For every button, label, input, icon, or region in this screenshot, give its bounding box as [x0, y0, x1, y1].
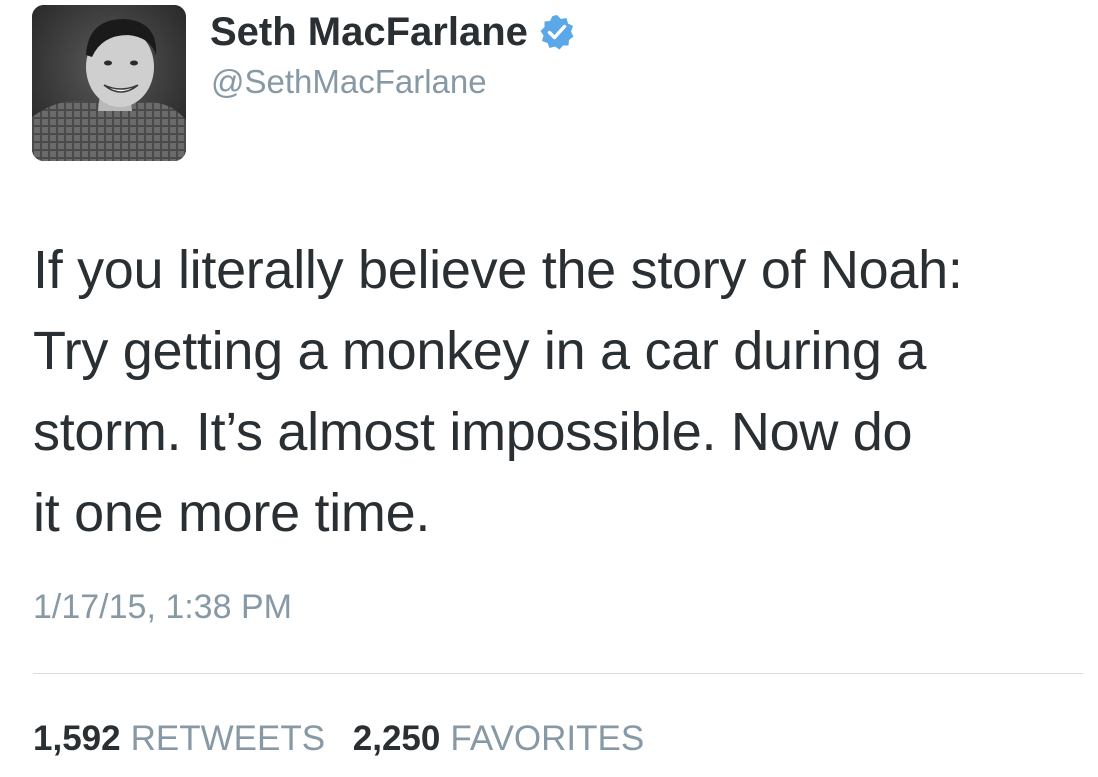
divider	[33, 673, 1083, 674]
tweet-text-line: Try getting a monkey in a car during a	[33, 321, 927, 381]
retweets-stat[interactable]: 1,592 RETWEETS	[33, 717, 325, 761]
retweets-label: RETWEETS	[130, 719, 326, 758]
favorites-count: 2,250	[352, 719, 441, 758]
verified-badge-icon	[538, 13, 576, 51]
tweet-timestamp[interactable]: 1/17/15, 1:38 PM	[33, 585, 292, 629]
favorites-label: FAVORITES	[450, 719, 645, 758]
display-name[interactable]: Seth MacFarlane	[210, 8, 528, 56]
tweet-text-line: If you literally believe the story of No…	[33, 240, 963, 300]
retweets-count: 1,592	[33, 719, 121, 758]
tweet-text-line: it one more time.	[33, 483, 431, 543]
profile-photo	[32, 5, 186, 161]
tweet-text-line: storm. It’s almost impossible. Now do	[33, 402, 913, 462]
display-name-row[interactable]: Seth MacFarlane	[210, 8, 576, 56]
tweet-text: If you literally believe the story of No…	[33, 230, 1083, 554]
favorites-stat[interactable]: 2,250 FAVORITES	[353, 717, 644, 761]
user-handle[interactable]: @SethMacFarlane	[211, 62, 487, 102]
tweet-stats: 1,592 RETWEETS 2,250 FAVORITES	[33, 717, 662, 761]
avatar[interactable]	[32, 5, 186, 161]
